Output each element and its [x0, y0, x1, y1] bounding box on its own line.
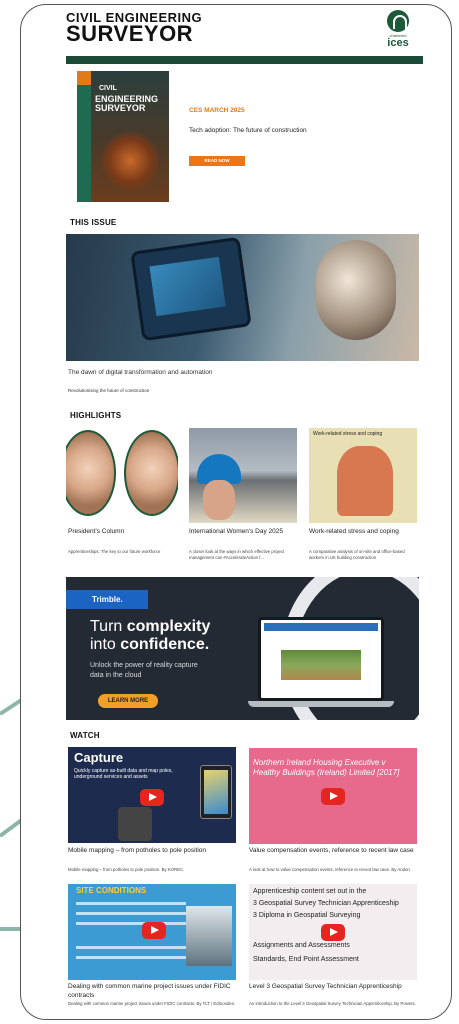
ad-line2-pre: into: [90, 636, 121, 653]
logo-name: ices: [387, 37, 409, 49]
ad-line1-bold: complexity: [126, 618, 211, 635]
issue-tag: CES MARCH 2025: [189, 107, 245, 114]
ad-line1-pre: Turn: [90, 618, 127, 635]
cover-image: [101, 131, 159, 191]
portrait-2: [124, 430, 178, 516]
video4-thumb-line-5: Standards, End Point Assessment: [253, 956, 359, 963]
video-title-3[interactable]: Dealing with common marine project issue…: [68, 982, 238, 1000]
video4-thumb-line-1: Apprenticeship content set out in the: [253, 888, 367, 895]
cover-title-line2: ENGINEERING SURVEYOR: [95, 94, 159, 113]
video-desc-1: Mobile mapping – from potholes to pole p…: [68, 867, 185, 872]
issue-description: Tech adoption: The future of constructio…: [189, 127, 307, 134]
video-desc-3: Dealing with common marine project issue…: [68, 1001, 236, 1006]
laptop-base: [248, 701, 394, 707]
ices-logo-icon: [387, 10, 409, 32]
highlight-desc-3: A comparative analysis of on-site and of…: [309, 549, 405, 560]
thumb-text-line: [76, 946, 186, 949]
highlight-desc-1: Apprenticeships: The key to our future w…: [68, 549, 161, 554]
stress-illustration: [337, 446, 393, 516]
trimble-logo-text: Trimble.: [92, 595, 123, 604]
learn-more-button[interactable]: LEARN MORE: [98, 694, 158, 708]
thumb-text-line: [76, 902, 186, 905]
read-now-button[interactable]: READ NOW: [189, 156, 245, 166]
highlights-heading: HIGHLIGHTS: [70, 411, 122, 420]
ad-subtext: Unlock the power of reality capture data…: [90, 662, 198, 679]
magazine-cover[interactable]: CIVIL ENGINEERING SURVEYOR: [77, 71, 169, 202]
stress-art-text: Work-related stress and coping: [313, 431, 383, 437]
highlight-title-2[interactable]: International Women's Day 2025: [189, 528, 283, 535]
video-title-4[interactable]: Level 3 Geospatial Survey Technician App…: [249, 982, 419, 991]
highlight-desc-2: A closer look at the ways in which effec…: [189, 549, 285, 560]
video-thumbnail-4[interactable]: Apprenticeship content set out in the 3 …: [249, 884, 417, 980]
play-icon[interactable]: [321, 924, 345, 941]
robot-illustration: [316, 240, 396, 340]
ad-headline-line2: into confidence.: [90, 636, 209, 654]
video-desc-4: An introduction to the Level 3 Geospatia…: [249, 1001, 416, 1006]
highlight-image-womens-day[interactable]: [189, 428, 297, 523]
video-desc-2: A look at how to value compensation even…: [249, 867, 411, 872]
video1-thumb-sub: Quickly capture as-built data and map po…: [74, 768, 173, 780]
highlight-image-presidents[interactable]: [66, 428, 178, 523]
video2-thumb-title: Northern Ireland Housing Executive v Hea…: [253, 758, 400, 777]
laptop-illustration: [258, 617, 384, 701]
this-issue-heading: THIS ISSUE: [70, 218, 117, 227]
trimble-ad-banner[interactable]: Trimble. Turn complexity into confidence…: [66, 577, 419, 720]
video-title-2[interactable]: Value compensation events, reference to …: [249, 846, 419, 855]
portrait-1: [66, 430, 116, 516]
video4-thumb-line-2: 3 Geospatial Survey Technician Apprentic…: [253, 900, 399, 907]
video1-thumb-title: Capture: [74, 750, 124, 765]
cover-strip: [77, 71, 91, 202]
scanner-illustration: [118, 807, 152, 841]
worker-face: [203, 480, 235, 520]
video4-thumb-line-3: 3 Diploma in Geospatial Surveying: [253, 912, 361, 919]
ad-line2-bold: confidence.: [120, 636, 210, 653]
masthead-title: SURVEYOR: [66, 21, 194, 46]
trimble-logo: Trimble.: [66, 590, 148, 609]
highlight-image-stress[interactable]: Work-related stress and coping: [309, 428, 417, 523]
ad-headline-line1: Turn complexity: [90, 618, 210, 636]
watch-heading: WATCH: [70, 731, 100, 740]
this-issue-caption[interactable]: The dawn of digital transformation and a…: [68, 369, 213, 376]
cover-corner: [77, 71, 91, 85]
this-issue-hero-image[interactable]: [66, 234, 419, 361]
thumb-text-line: [76, 912, 186, 915]
cover-title-line1: CIVIL: [99, 85, 117, 92]
video-thumbnail-1[interactable]: Capture Quickly capture as-built data an…: [68, 747, 236, 843]
play-icon[interactable]: [142, 922, 166, 939]
highlight-title-3[interactable]: Work-related stress and coping: [309, 528, 399, 535]
tablet-illustration: [130, 236, 252, 342]
video-thumbnail-3[interactable]: SITE CONDITIONS: [68, 884, 236, 980]
highlight-title-1[interactable]: President's Column: [68, 528, 124, 535]
video4-thumb-line-4: Assignments and Assessments: [253, 942, 350, 949]
this-issue-subcaption: Revolutionising the future of constructi…: [68, 388, 150, 393]
ices-logo[interactable]: chartered ices: [380, 10, 416, 54]
header-divider: [66, 56, 423, 64]
play-icon[interactable]: [140, 789, 164, 806]
video-title-1[interactable]: Mobile mapping – from potholes to pole p…: [68, 846, 238, 855]
play-icon[interactable]: [321, 788, 345, 805]
video3-thumb-title: SITE CONDITIONS: [76, 886, 147, 895]
ship-illustration: [186, 906, 232, 966]
thumb-text-line: [76, 956, 186, 959]
thumb-text-line: [76, 922, 186, 925]
phone-illustration: [200, 765, 232, 819]
video-thumbnail-2[interactable]: Northern Ireland Housing Executive v Hea…: [249, 748, 417, 844]
